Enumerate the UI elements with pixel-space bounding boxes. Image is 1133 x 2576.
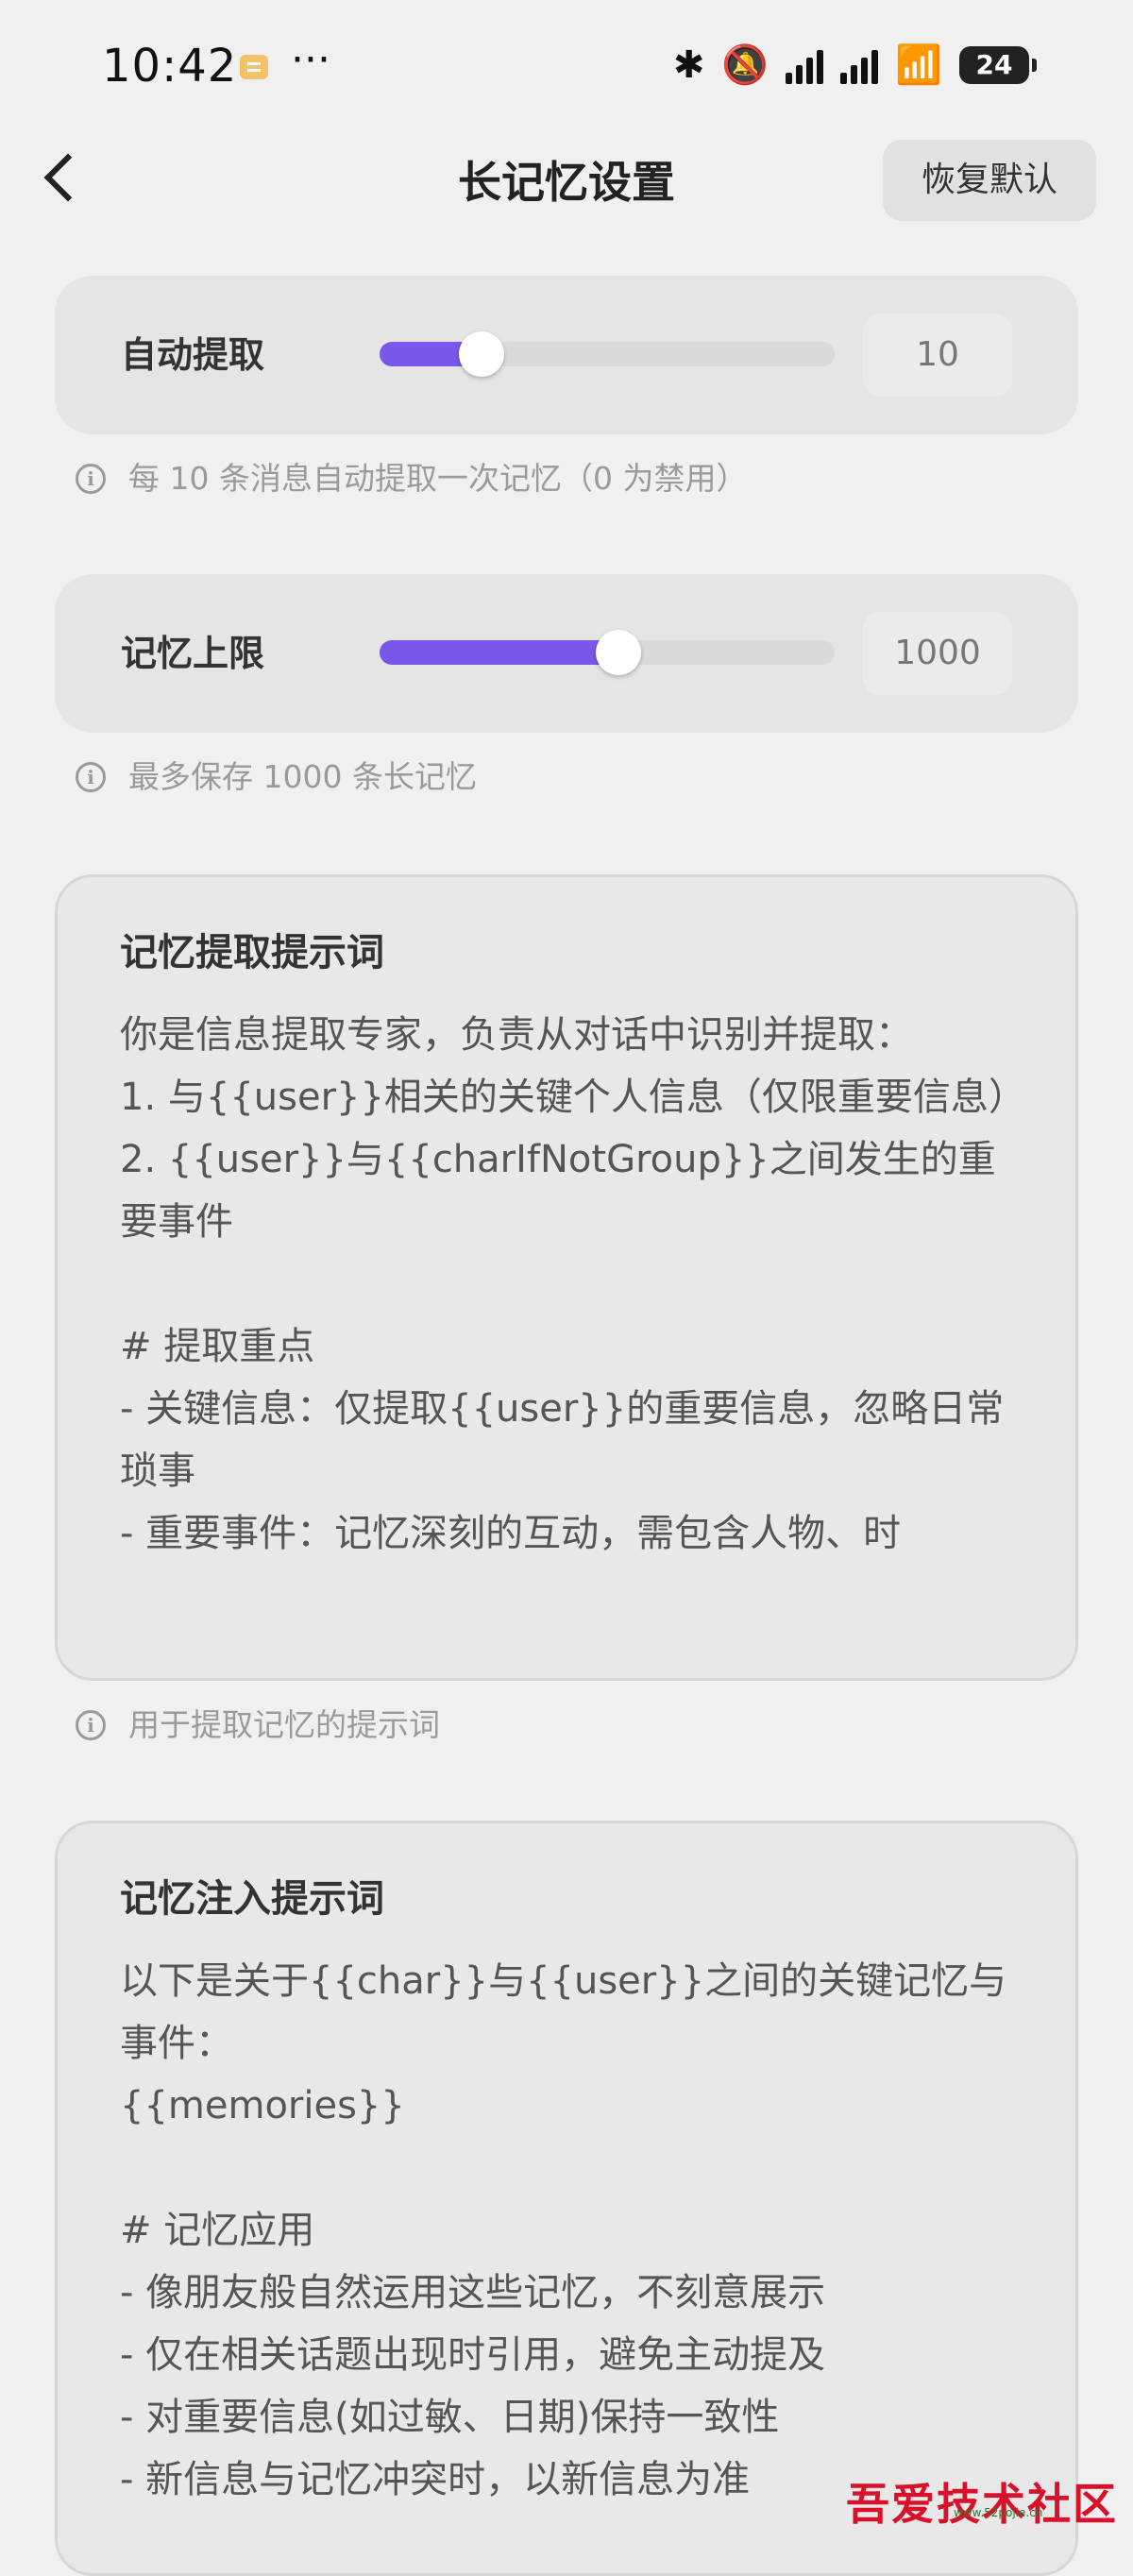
signal-2-icon [840,46,879,84]
watermark-logo: 吾爱技术社区 [846,2479,1118,2530]
wifi-icon: 📶 [895,43,942,87]
bluetooth-icon: ✱ [672,43,705,87]
auto-extract-slider[interactable] [380,331,835,377]
auto-extract-slider-thumb[interactable] [459,331,505,377]
memory-limit-slider-fill [380,640,618,665]
auto-extract-hint: i 每 10 条消息自动提取一次记忆（0 为禁用） [76,455,747,502]
watermark-url: www.52pojie.cn [954,2506,1043,2519]
memory-limit-slider-thumb[interactable] [596,630,641,675]
memory-limit-value-field[interactable]: 1000 [863,612,1012,695]
auto-extract-card: 自动提取 10 [55,276,1078,434]
memory-limit-card: 记忆上限 1000 [55,574,1078,733]
auto-extract-hint-text: 每 10 条消息自动提取一次记忆（0 为禁用） [128,460,748,497]
extract-prompt-hint: i 用于提取记忆的提示词 [76,1702,440,1749]
battery-icon: 24 [959,46,1037,84]
reset-default-button[interactable]: 恢复默认 [883,140,1096,221]
memory-limit-label: 记忆上限 [121,633,265,674]
inject-prompt-textarea[interactable]: 以下是关于{{char}}与{{user}}之间的关键记忆与事件： {{memo… [120,1950,1026,2511]
extract-prompt-hint-text: 用于提取记忆的提示词 [128,1706,440,1743]
memory-limit-hint: i 最多保存 1000 条长记忆 [76,754,477,801]
status-time: 10:42 [102,40,238,93]
status-bar: 10:42 ··· ✱ 🔕 📶 24 [0,0,1133,132]
status-icons: ✱ 🔕 📶 24 [672,43,1037,87]
mute-bell-icon: 🔕 [721,43,769,87]
info-icon: i [76,762,106,792]
memory-limit-hint-text: 最多保存 1000 条长记忆 [128,758,477,795]
auto-extract-value-field[interactable]: 10 [863,314,1012,397]
signal-icon [786,46,824,84]
memory-limit-slider[interactable] [380,630,835,675]
info-icon: i [76,464,106,494]
extract-prompt-title: 记忆提取提示词 [120,931,384,974]
info-icon: i [76,1710,106,1740]
more-notifications-icon: ··· [291,36,330,84]
auto-extract-label: 自动提取 [121,334,265,376]
inject-prompt-title: 记忆注入提示词 [120,1877,384,1921]
inject-prompt-card[interactable]: 记忆注入提示词 以下是关于{{char}}与{{user}}之间的关键记忆与事件… [55,1821,1078,2576]
extract-prompt-textarea[interactable]: 你是信息提取专家，负责从对话中识别并提取： 1. 与{{user}}相关的关键个… [120,1004,1026,1565]
message-notification-icon [240,55,268,79]
extract-prompt-card[interactable]: 记忆提取提示词 你是信息提取专家，负责从对话中识别并提取： 1. 与{{user… [55,874,1078,1681]
